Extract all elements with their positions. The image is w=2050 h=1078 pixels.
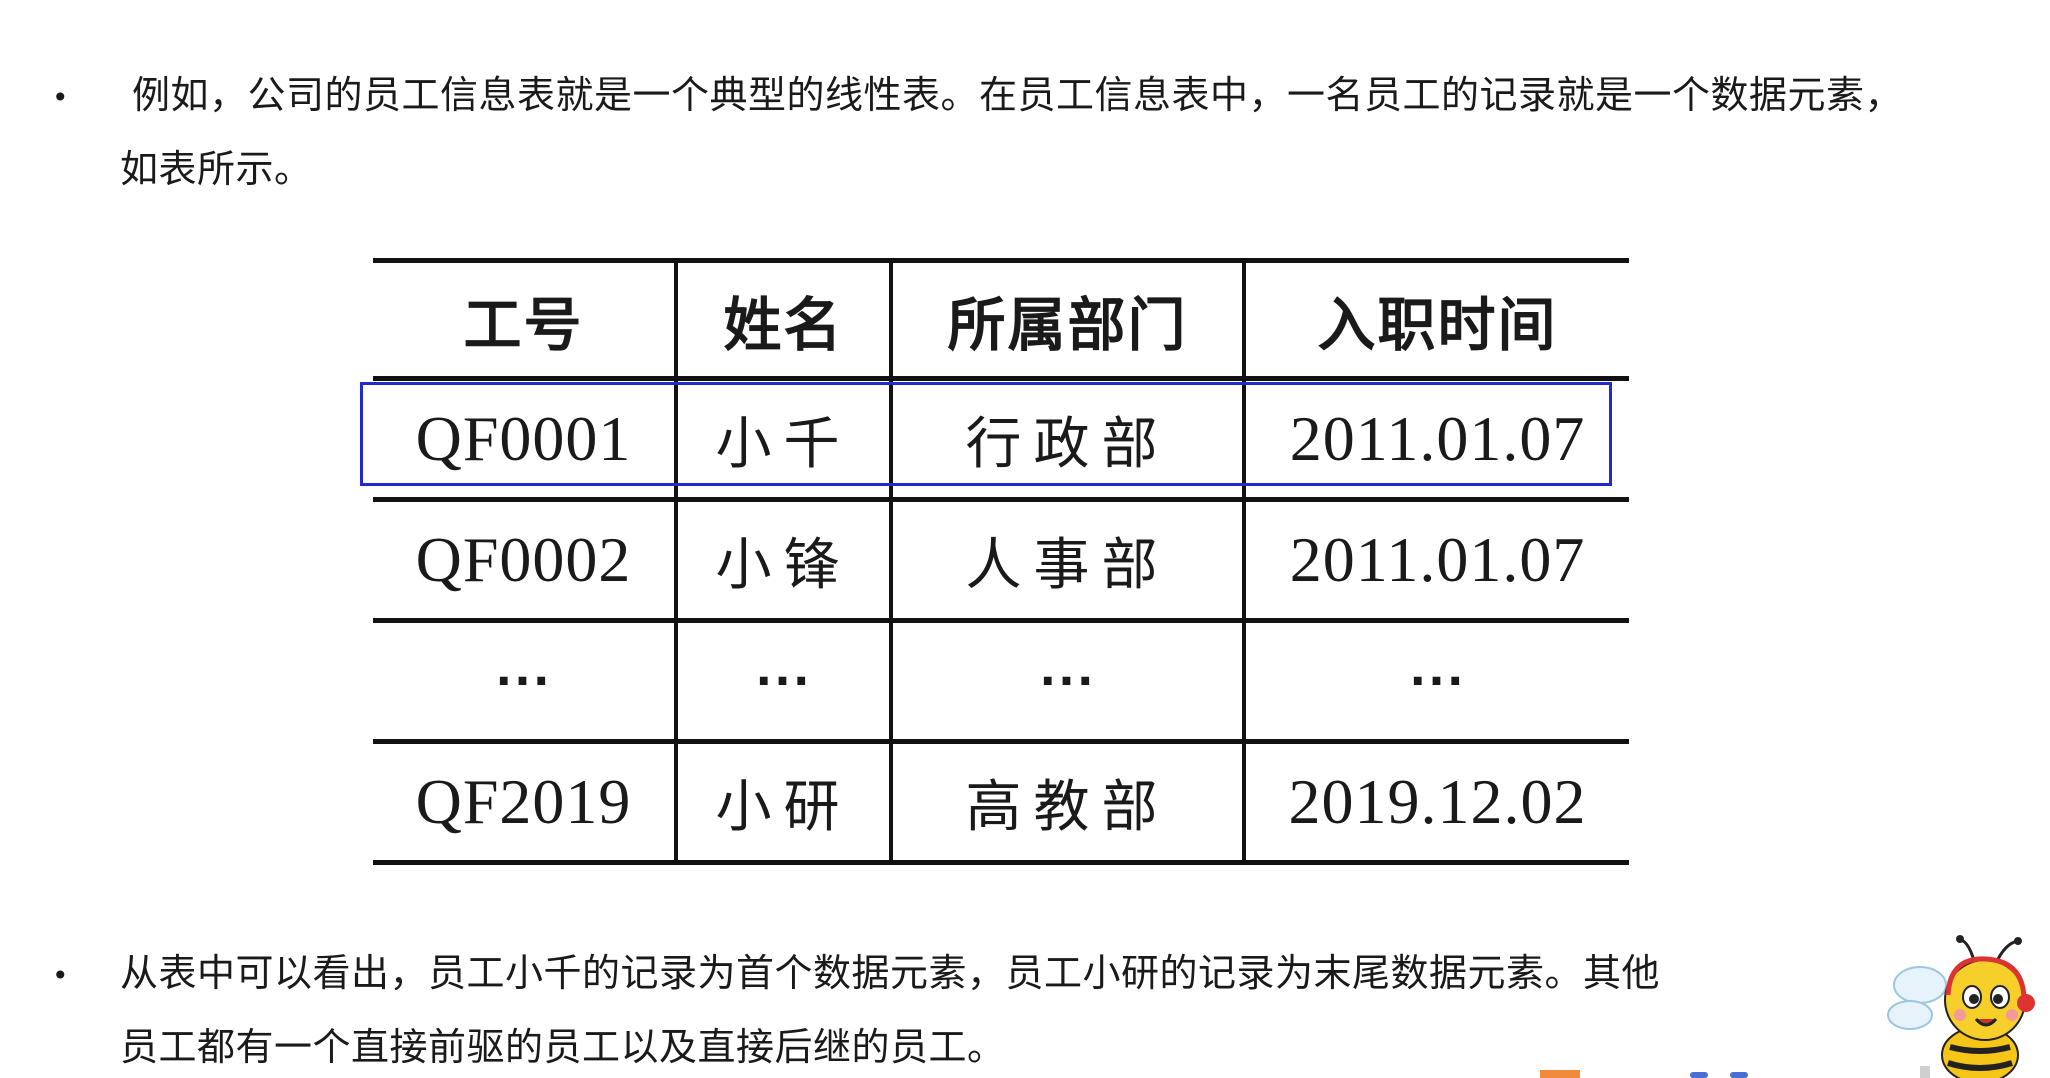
cell-ellipsis: ··· [373, 620, 678, 744]
cell-ellipsis: ··· [674, 620, 893, 744]
bee-mascot-icon [1887, 935, 2035, 1078]
bullet-1: • [52, 81, 69, 114]
paragraph-intro: 例如，公司的员工信息表就是一个典型的线性表。在员工信息表中，一名员工的记录就是一… [120, 58, 1903, 206]
cell-name: 小研 [674, 741, 893, 865]
cell-employee-id: QF2019 [373, 741, 678, 865]
bullet-2: • [52, 959, 69, 992]
cell-employee-id: QF0002 [373, 499, 678, 623]
header-department: 所属部门 [889, 258, 1246, 381]
cell-hire-date: 2011.01.07 [1242, 499, 1629, 623]
cell-hire-date: 2011.01.07 [1242, 378, 1629, 502]
table-row-ellipsis: ··· ··· ··· ··· [373, 620, 1629, 744]
table-row: QF2019 小研 高教部 2019.12.02 [373, 741, 1629, 865]
cell-name: 小锋 [674, 499, 893, 623]
table-row: QF0002 小锋 人事部 2011.01.07 [373, 499, 1629, 623]
paragraph-intro-line-2: 如表所示。 [120, 147, 313, 191]
table-row: QF0001 小千 行政部 2011.01.07 [373, 378, 1629, 502]
header-hire-date: 入职时间 [1242, 258, 1629, 381]
cell-department: 高教部 [889, 741, 1246, 865]
paragraph-intro-line-1: 例如，公司的员工信息表就是一个典型的线性表。在员工信息表中，一名员工的记录就是一… [132, 73, 1904, 117]
paragraph-conclusion: 从表中可以看出，员工小千的记录为首个数据元素，员工小研的记录为末尾数据元素。其他… [120, 936, 1660, 1078]
paragraph-conclusion-line-1: 从表中可以看出，员工小千的记录为首个数据元素，员工小研的记录为末尾数据元素。其他 [120, 951, 1661, 995]
orange-strip-decoration [1540, 1066, 1930, 1078]
cell-hire-date: 2019.12.02 [1242, 741, 1629, 865]
cell-ellipsis: ··· [1242, 620, 1629, 744]
table-header-row: 工号 姓名 所属部门 入职时间 [373, 258, 1629, 381]
cell-ellipsis: ··· [889, 620, 1246, 744]
header-name: 姓名 [674, 258, 893, 381]
cell-department: 行政部 [889, 378, 1246, 502]
employee-table: 工号 姓名 所属部门 入职时间 QF0001 小千 行政部 2011.01.07… [373, 258, 1629, 865]
header-employee-id: 工号 [373, 258, 678, 381]
cell-department: 人事部 [889, 499, 1246, 623]
cell-employee-id: QF0001 [373, 378, 678, 502]
paragraph-conclusion-line-2: 员工都有一个直接前驱的员工以及直接后继的员工。 [120, 1025, 1006, 1069]
cell-name: 小千 [674, 378, 893, 502]
